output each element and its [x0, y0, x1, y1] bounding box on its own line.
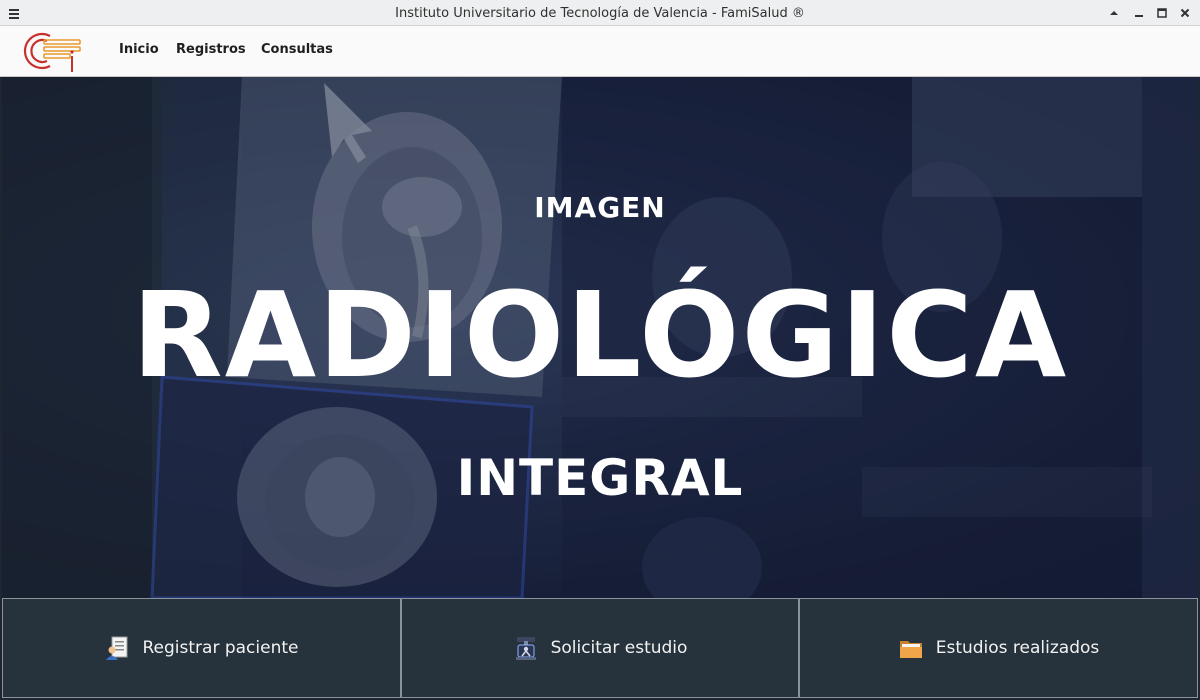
request-study-label: Solicitar estudio — [550, 638, 688, 658]
minimize-icon[interactable] — [1132, 5, 1146, 19]
close-icon[interactable] — [1178, 5, 1192, 19]
menu-consultas[interactable]: Consultas — [261, 26, 333, 76]
hero-line-integral: INTEGRAL — [456, 449, 744, 507]
register-patient-label: Registrar paciente — [142, 638, 299, 658]
hero-banner: IMAGEN RADIOLÓGICA INTEGRAL — [2, 77, 1198, 598]
request-study-button[interactable]: Solicitar estudio — [401, 598, 799, 698]
xray-machine-icon — [513, 635, 539, 661]
action-bar: Registrar paciente Solicitar estudio Est… — [2, 598, 1198, 698]
keep-above-icon[interactable] — [1107, 5, 1121, 19]
hero-line-radiologica: RADIOLÓGICA — [131, 266, 1069, 404]
maximize-icon[interactable] — [1155, 5, 1169, 19]
window-titlebar[interactable]: Instituto Universitario de Tecnología de… — [0, 0, 1200, 26]
patient-record-icon — [105, 635, 131, 661]
register-patient-button[interactable]: Registrar paciente — [2, 598, 401, 698]
window-title: Instituto Universitario de Tecnología de… — [395, 6, 805, 21]
menu-registros[interactable]: Registros — [176, 26, 246, 76]
institute-logo-icon — [20, 28, 84, 74]
menu-bar: Inicio Registros Consultas — [0, 26, 1200, 77]
completed-studies-label: Estudios realizados — [935, 638, 1100, 658]
menu-inicio[interactable]: Inicio — [119, 26, 159, 76]
completed-studies-button[interactable]: Estudios realizados — [799, 598, 1198, 698]
hero-line-imagen: IMAGEN — [534, 191, 666, 224]
folder-icon — [898, 635, 924, 661]
